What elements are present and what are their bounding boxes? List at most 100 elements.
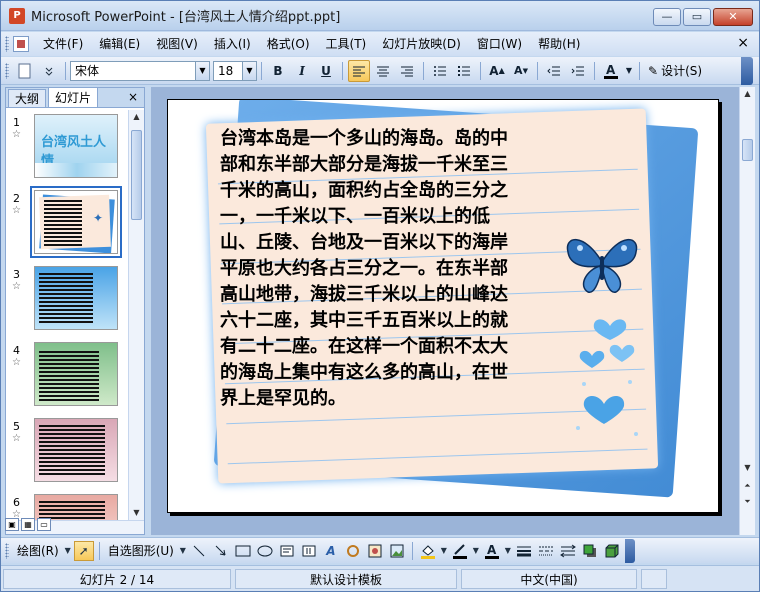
chevron-down-icon[interactable]: ▼ (624, 60, 634, 82)
current-slide[interactable]: 台湾本岛是一个多山的海岛。岛的中部和东半部大部分是海拔一千米至三千米的高山，面积… (167, 99, 719, 513)
slide-sorter-view-icon[interactable]: ▦ (21, 518, 35, 531)
menu-help[interactable]: 帮助(H) (530, 33, 588, 55)
bold-button[interactable]: B (267, 60, 289, 82)
font-color-draw-icon[interactable]: A (482, 541, 502, 561)
font-name-select[interactable]: 宋体 ▼ (70, 60, 210, 81)
toolbar-options-icon[interactable] (38, 60, 60, 82)
dash-style-icon[interactable] (536, 541, 556, 561)
toolbar-options-icon[interactable] (624, 538, 635, 563)
chevron-down-icon[interactable]: ▼ (440, 541, 448, 561)
slide-area-scrollbar[interactable]: ▲ ▼ ⏶ ⏷ (739, 87, 755, 535)
vertical-textbox-icon[interactable] (299, 541, 319, 561)
line-tool-icon[interactable] (189, 541, 209, 561)
slide-thumbnail[interactable] (34, 266, 118, 330)
menu-tools[interactable]: 工具(T) (318, 33, 375, 55)
align-center-icon[interactable] (372, 60, 394, 82)
menu-file[interactable]: 文件(F) (35, 33, 91, 55)
scrollbar-thumb[interactable] (742, 139, 753, 161)
select-pointer-icon[interactable]: ➚ (73, 540, 94, 561)
normal-view-icon[interactable]: ▣ (5, 518, 19, 531)
scroll-up-icon[interactable]: ▲ (740, 87, 755, 101)
previous-slide-icon[interactable]: ⏶ (740, 479, 755, 493)
increase-font-size-icon[interactable]: A ▲ (486, 60, 508, 82)
menu-slideshow[interactable]: 幻灯片放映(D) (374, 33, 469, 55)
slide-thumbnail-row[interactable]: 2 ☆ ✦ (6, 186, 128, 260)
oval-tool-icon[interactable] (255, 541, 275, 561)
document-menu-icon[interactable] (13, 36, 29, 52)
slides-pane-scrollbar[interactable]: ▲ ▼ (128, 110, 144, 520)
slide-thumbnail[interactable] (34, 418, 118, 482)
chevron-down-icon[interactable]: ▼ (195, 61, 209, 80)
italic-button[interactable]: I (291, 60, 313, 82)
chevron-down-icon[interactable]: ▼ (242, 61, 256, 80)
chevron-down-icon[interactable]: ▼ (472, 541, 480, 561)
tab-outline[interactable]: 大纲 (8, 89, 47, 107)
scroll-down-icon[interactable]: ▼ (129, 506, 144, 520)
arrow-tool-icon[interactable] (211, 541, 231, 561)
align-left-icon[interactable] (348, 59, 370, 82)
maximize-button[interactable]: ▭ (683, 8, 711, 26)
decrease-indent-icon[interactable] (543, 60, 565, 82)
scroll-up-icon[interactable]: ▲ (129, 110, 144, 124)
underline-button[interactable]: U (315, 60, 337, 82)
slide-thumbnail-row[interactable]: 3 ☆ (6, 266, 128, 336)
design-button[interactable]: ✎ 设计(S) (644, 62, 706, 79)
font-color-icon[interactable]: A (600, 60, 622, 82)
3d-style-icon[interactable] (602, 541, 622, 561)
increase-indent-icon[interactable] (567, 60, 589, 82)
decrease-font-size-icon[interactable]: A ▼ (510, 60, 532, 82)
thumbnail-decoration (39, 273, 93, 325)
new-document-icon[interactable] (14, 60, 36, 82)
toolbar-grip-icon[interactable] (5, 542, 9, 559)
minimize-button[interactable]: — (653, 8, 681, 26)
wordart-icon[interactable]: A (321, 541, 341, 561)
slide-thumbnail-row[interactable]: 1 ☆ 台湾风土人情 (6, 114, 128, 184)
slide-thumbnail[interactable]: ✦ (30, 186, 122, 258)
draw-menu-button[interactable]: 绘图(R) (13, 542, 63, 559)
menu-edit[interactable]: 编辑(E) (91, 33, 148, 55)
next-slide-icon[interactable]: ⏷ (740, 495, 755, 509)
scroll-down-icon[interactable]: ▼ (740, 461, 755, 475)
bullet-list-icon[interactable] (453, 60, 475, 82)
toolbar-separator (639, 61, 640, 80)
document-close-icon[interactable]: × (737, 35, 749, 51)
diagram-icon[interactable] (343, 541, 363, 561)
line-color-icon[interactable] (450, 541, 470, 561)
picture-icon[interactable] (387, 541, 407, 561)
menu-view[interactable]: 视图(V) (148, 33, 206, 55)
align-right-icon[interactable] (396, 60, 418, 82)
slide-thumbnail-row[interactable]: 4 ☆ (6, 342, 128, 412)
fill-color-icon[interactable] (418, 541, 438, 561)
close-button[interactable]: ✕ (713, 8, 753, 26)
toolbar-grip-icon[interactable] (5, 62, 9, 79)
shadow-style-icon[interactable] (580, 541, 600, 561)
menubar-grip-icon[interactable] (5, 36, 9, 52)
scrollbar-thumb[interactable] (131, 130, 142, 220)
slide-thumbnail-row[interactable]: 5 ☆ (6, 418, 128, 488)
slideshow-view-icon[interactable]: ▭ (37, 518, 51, 531)
powerpoint-app-icon[interactable]: P (9, 7, 25, 24)
autoshapes-button[interactable]: 自选图形(U) (104, 542, 178, 559)
slide-thumbnail[interactable] (34, 342, 118, 406)
menu-format[interactable]: 格式(O) (259, 33, 318, 55)
clipart-icon[interactable] (365, 541, 385, 561)
slide-thumbnail[interactable] (34, 494, 118, 520)
slide-thumbnail-row[interactable]: 6 ☆ (6, 494, 128, 520)
toolbar-options-icon[interactable] (741, 57, 753, 85)
menu-window[interactable]: 窗口(W) (469, 33, 530, 55)
chevron-down-icon[interactable]: ▼ (504, 541, 512, 561)
textbox-tool-icon[interactable] (277, 541, 297, 561)
arrow-style-icon[interactable] (558, 541, 578, 561)
slide-thumbnail[interactable]: 台湾风土人情 (34, 114, 118, 178)
chevron-down-icon[interactable]: ▼ (64, 541, 72, 561)
line-style-icon[interactable] (514, 541, 534, 561)
toolbar-separator (537, 61, 538, 80)
font-size-select[interactable]: 18 ▼ (213, 60, 257, 81)
rectangle-tool-icon[interactable] (233, 541, 253, 561)
chevron-down-icon[interactable]: ▼ (179, 541, 187, 561)
pane-close-icon[interactable]: × (128, 90, 138, 104)
menu-insert[interactable]: 插入(I) (206, 33, 259, 55)
numbered-list-icon[interactable] (429, 60, 451, 82)
tab-slides[interactable]: 幻灯片 (48, 87, 99, 107)
slide-body-text[interactable]: 台湾本岛是一个多山的海岛。岛的中部和东半部大部分是海拔一千米至三千米的高山，面积… (220, 126, 510, 412)
